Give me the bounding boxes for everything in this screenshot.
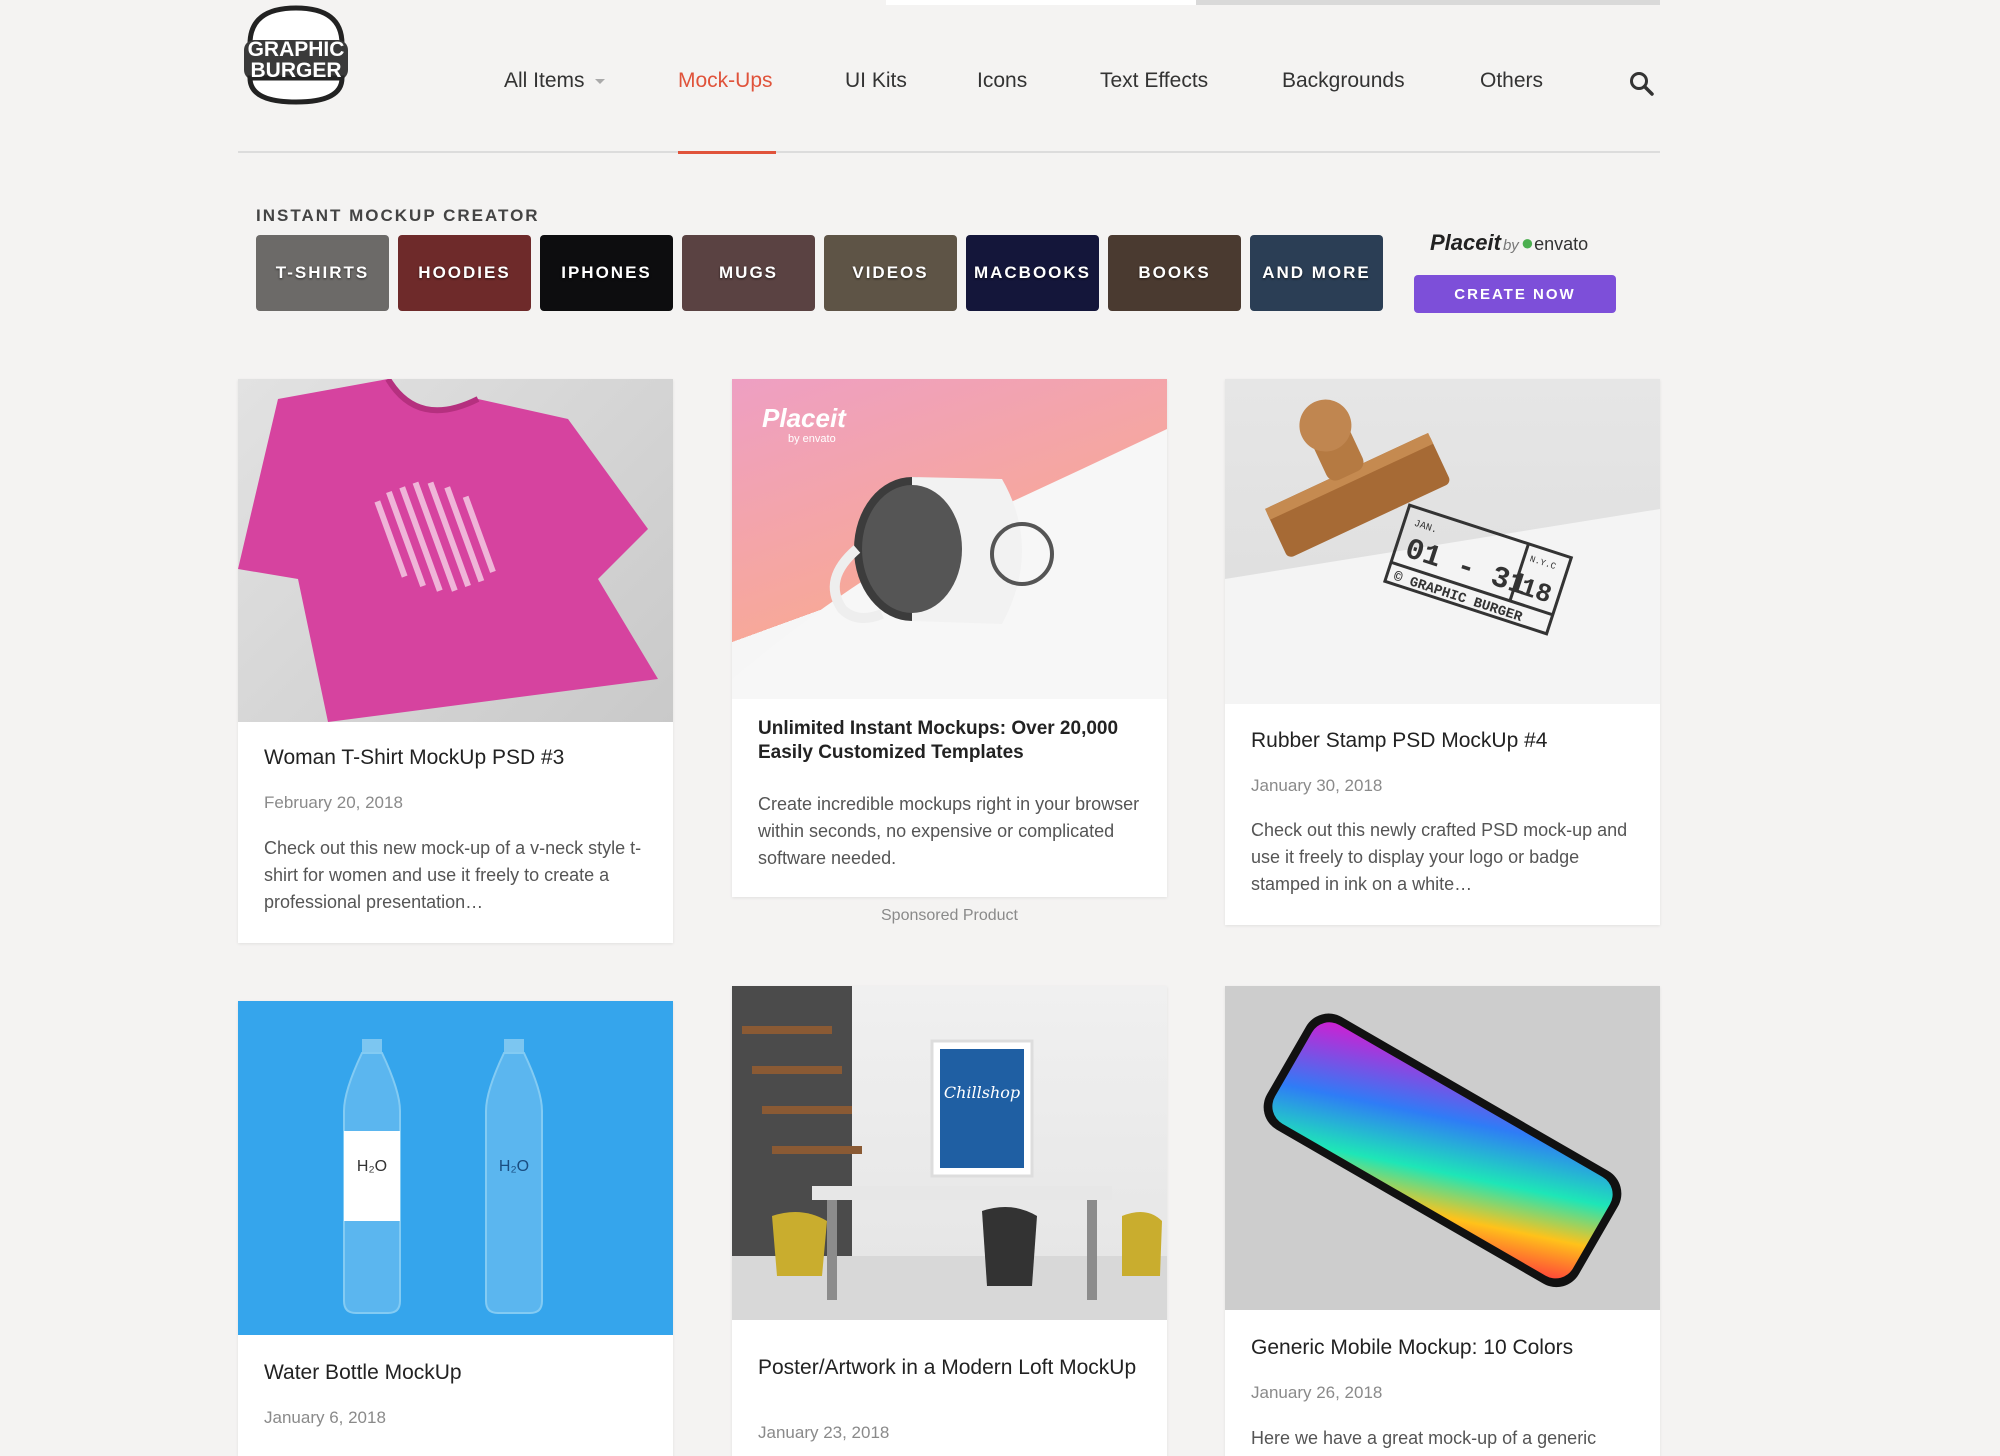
placeit-image-brand: Placeit: [762, 403, 847, 433]
nav-ui-kits[interactable]: UI Kits: [845, 66, 907, 96]
tile-label: MUGS: [719, 263, 778, 282]
card-title[interactable]: Poster/Artwork in a Modern Loft MockUp: [758, 1356, 1148, 1380]
card-date: January 23, 2018: [758, 1423, 890, 1442]
bottle-label-2: H₂O: [499, 1158, 529, 1175]
nav-text-effects[interactable]: Text Effects: [1100, 66, 1208, 96]
main-nav: All Items Mock-Ups UI Kits Icons Text Ef…: [0, 0, 2000, 160]
tile-label: AND MORE: [1262, 263, 1371, 282]
card-image-placeit-mug[interactable]: Placeit by envato: [732, 379, 1167, 699]
card-description: Create incredible mockups right in your …: [758, 794, 1140, 868]
mockup-creator-title: INSTANT MOCKUP CREATOR: [256, 206, 540, 225]
card-description: Check out this new mock-up of a v-neck s…: [264, 838, 642, 912]
post-card-woman-tshirt[interactable]: Woman T-Shirt MockUp PSD #3 February 20,…: [238, 379, 673, 943]
card-image-mobile[interactable]: [1225, 986, 1660, 1310]
card-title[interactable]: Generic Mobile Mockup: 10 Colors: [1251, 1336, 1641, 1360]
nav-icons[interactable]: Icons: [977, 66, 1027, 96]
mockup-tile-and-more[interactable]: AND MORE: [1250, 235, 1383, 311]
card-image-poster[interactable]: Chillshop: [732, 986, 1167, 1320]
nav-all-items[interactable]: All Items: [504, 66, 605, 96]
post-card-sponsored[interactable]: Placeit by envato Unlimited Instant Mock…: [732, 379, 1167, 897]
placeit-envato: envato: [1534, 234, 1589, 254]
card-image-water-bottle[interactable]: H₂O H₂O: [238, 1001, 673, 1335]
poster-text: Chillshop: [944, 1083, 1020, 1102]
mockup-tile-iphones[interactable]: IPHONES: [540, 235, 673, 311]
search-icon[interactable]: [1628, 70, 1656, 98]
envato-leaf-icon: ●: [1520, 230, 1535, 255]
tile-label: IPHONES: [561, 263, 652, 282]
nav-divider: [238, 151, 1660, 153]
tile-label: HOODIES: [418, 263, 511, 282]
bottle-label-1: H₂O: [357, 1158, 387, 1175]
card-title[interactable]: Water Bottle MockUp: [264, 1361, 654, 1385]
nav-backgrounds[interactable]: Backgrounds: [1282, 66, 1405, 96]
mockup-tile-books[interactable]: BOOKS: [1108, 235, 1241, 311]
placeit-brand: Placeit: [1430, 230, 1501, 255]
mockup-tile-tshirts[interactable]: T-SHIRTS: [256, 235, 389, 311]
mockup-tile-mugs[interactable]: MUGS: [682, 235, 815, 311]
card-image-tshirt[interactable]: [238, 379, 673, 722]
card-title[interactable]: Woman T-Shirt MockUp PSD #3: [264, 746, 654, 770]
card-title[interactable]: Rubber Stamp PSD MockUp #4: [1251, 729, 1641, 753]
mockup-tile-videos[interactable]: VIDEOS: [824, 235, 957, 311]
sponsored-label: Sponsored Product: [881, 907, 1018, 924]
caret-down-icon: [594, 78, 605, 84]
placeit-envato-logo: Placeit by●envato: [1430, 230, 1588, 256]
nav-mock-ups[interactable]: Mock-Ups: [678, 66, 773, 96]
post-card-generic-mobile[interactable]: Generic Mobile Mockup: 10 Colors January…: [1225, 986, 1660, 1456]
post-card-poster-loft[interactable]: Chillshop Poster/Artwork in a Modern Lof…: [732, 986, 1167, 1456]
placeit-image-sub: by envato: [788, 433, 836, 445]
tile-label: VIDEOS: [852, 263, 929, 282]
nav-all-items-label: All Items: [504, 69, 585, 92]
card-date: January 26, 2018: [1251, 1383, 1383, 1402]
card-date: January 30, 2018: [1251, 776, 1383, 795]
post-card-water-bottle[interactable]: H₂O H₂O Water Bottle MockUp January 6, 2…: [238, 1001, 673, 1456]
card-date: January 6, 2018: [264, 1408, 386, 1427]
card-date: February 20, 2018: [264, 793, 403, 812]
create-now-button[interactable]: CREATE NOW: [1414, 275, 1616, 313]
card-description: Check out this newly crafted PSD mock-up…: [1251, 820, 1628, 894]
card-image-stamp[interactable]: JAN. 01 - 31 N.Y.C 18 © GRAPHIC BURGER: [1225, 379, 1660, 704]
card-title[interactable]: Unlimited Instant Mockups: Over 20,000 E…: [758, 717, 1148, 765]
tile-label: MACBOOKS: [973, 263, 1092, 282]
tile-label: BOOKS: [1138, 263, 1211, 282]
card-description: Here we have a great mock-up of a generi…: [1251, 1428, 1597, 1448]
tile-label: T-SHIRTS: [275, 263, 370, 282]
nav-others[interactable]: Others: [1480, 66, 1543, 96]
mockup-tile-macbooks[interactable]: MACBOOKS: [966, 235, 1099, 311]
placeit-by: by: [1502, 237, 1519, 254]
mockup-tile-hoodies[interactable]: HOODIES: [398, 235, 531, 311]
post-card-rubber-stamp[interactable]: JAN. 01 - 31 N.Y.C 18 © GRAPHIC BURGER R…: [1225, 379, 1660, 925]
nav-active-indicator: [678, 151, 776, 154]
